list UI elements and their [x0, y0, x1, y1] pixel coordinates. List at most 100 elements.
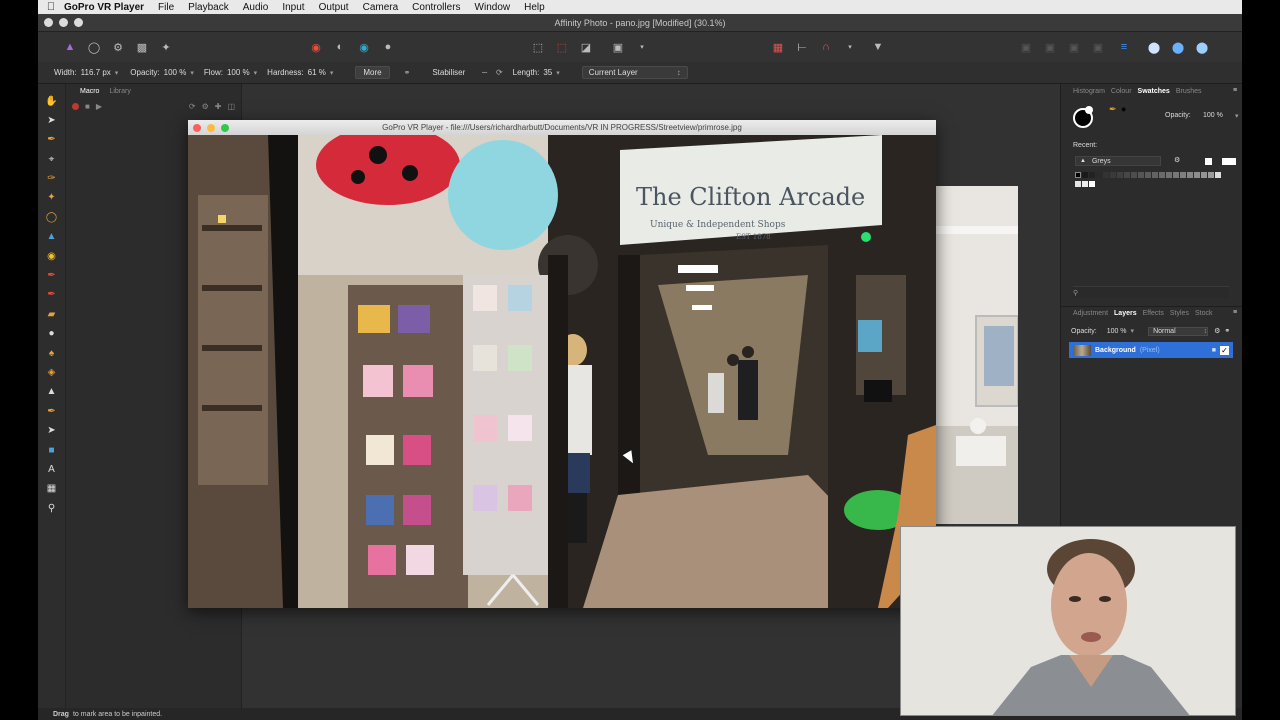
auto-contrast-icon[interactable]: ◐: [332, 39, 348, 55]
lock-icon[interactable]: ⚭: [1224, 327, 1230, 335]
delete-icon[interactable]: ◫: [227, 102, 235, 111]
flood-select-tool-icon[interactable]: ✦: [45, 191, 59, 205]
chevron-down-icon[interactable]: ▾: [254, 69, 258, 77]
tab-histogram[interactable]: Histogram: [1073, 88, 1105, 95]
arrange-back-icon[interactable]: ▣: [1018, 39, 1034, 55]
rope-mode-icon[interactable]: ∽: [481, 68, 488, 77]
vr-panorama-view[interactable]: The Clifton Arcade Unique & Independent …: [188, 135, 936, 608]
chevron-down-icon[interactable]: ▾: [115, 69, 119, 77]
text-tool-icon[interactable]: A: [45, 462, 59, 476]
menu-audio[interactable]: Audio: [243, 2, 269, 13]
smudge-tool-icon[interactable]: ▲: [45, 385, 59, 399]
swatch-opacity-value[interactable]: 100 %: [1203, 112, 1223, 119]
tab-library[interactable]: Library: [109, 88, 130, 95]
chevron-down-icon[interactable]: ▾: [190, 69, 194, 77]
chevron-down-icon[interactable]: ▾: [842, 39, 858, 55]
auto-levels-icon[interactable]: ◉: [308, 39, 324, 55]
menu-output[interactable]: Output: [319, 2, 349, 13]
arrange-backward-icon[interactable]: ▣: [1042, 39, 1058, 55]
length-value[interactable]: 35: [543, 68, 552, 77]
rectangle-tool-icon[interactable]: ■: [45, 443, 59, 457]
marquee-tool-icon[interactable]: ◯: [45, 210, 59, 224]
crop-tool-icon[interactable]: ⌖: [45, 152, 59, 166]
settings-icon[interactable]: ⚙: [202, 102, 209, 111]
invert-selection-icon[interactable]: ◪: [578, 39, 594, 55]
layer-source-select[interactable]: Current Layer ↕: [581, 66, 688, 79]
lock-icon[interactable]: ■: [1212, 347, 1216, 354]
window-mode-icon[interactable]: ⟳: [496, 68, 503, 77]
boolean-subtract-icon[interactable]: ⬤: [1170, 39, 1186, 55]
zoom-button[interactable]: [221, 123, 229, 132]
visibility-checkbox[interactable]: ✓: [1220, 345, 1229, 355]
flow-value[interactable]: 100 %: [227, 68, 250, 77]
paint-brush-tool-icon[interactable]: ✒: [45, 269, 59, 283]
blur-brush-tool-icon[interactable]: ◈: [45, 365, 59, 379]
auto-colors-icon[interactable]: ◉: [356, 39, 372, 55]
panel-menu-icon[interactable]: ≡: [1233, 87, 1237, 94]
close-button[interactable]: [193, 123, 201, 132]
mesh-warp-tool-icon[interactable]: ▦: [45, 482, 59, 496]
tab-effects[interactable]: Effects: [1143, 310, 1164, 317]
tab-stock[interactable]: Stock: [1195, 310, 1213, 317]
stabiliser-label[interactable]: Stabiliser: [432, 68, 465, 77]
play-icon[interactable]: ▶: [96, 102, 102, 111]
quick-mask-icon[interactable]: ▣: [610, 39, 626, 55]
move-tool-icon[interactable]: ➤: [45, 113, 59, 127]
stop-icon[interactable]: ■: [85, 102, 90, 111]
arrange-forward-icon[interactable]: ▣: [1066, 39, 1082, 55]
arrange-front-icon[interactable]: ▣: [1090, 39, 1106, 55]
palette-select[interactable]: ▲ Greys: [1075, 156, 1161, 166]
apple-icon[interactable]: : [38, 1, 64, 13]
marquee-icon[interactable]: ⬚: [530, 39, 546, 55]
hand-tool-icon[interactable]: ✋: [45, 94, 59, 108]
chevron-down-icon[interactable]: ▾: [330, 69, 334, 77]
width-value[interactable]: 116.7 px: [81, 68, 111, 77]
assistant-icon[interactable]: ▼: [870, 39, 886, 55]
swatch-white-2[interactable]: [1222, 158, 1229, 165]
export-persona-icon[interactable]: ✦: [158, 39, 174, 55]
layer-row-background[interactable]: Background (Pixel) ■ ✓: [1069, 342, 1233, 358]
panel-menu-icon[interactable]: ≡: [1233, 309, 1237, 316]
swatch-white[interactable]: [1205, 158, 1212, 165]
boolean-intersect-icon[interactable]: ⬤: [1194, 39, 1210, 55]
liquify-persona-icon[interactable]: ◯: [86, 39, 102, 55]
gear-icon[interactable]: ⚙: [1214, 327, 1220, 335]
zoom-button[interactable]: [74, 18, 83, 27]
more-button[interactable]: More: [355, 66, 390, 79]
minimize-button[interactable]: [59, 18, 68, 27]
zoom-tool-icon[interactable]: ⚲: [45, 501, 59, 515]
photo-persona-icon[interactable]: ▲: [62, 39, 78, 55]
color-picker-tool-icon[interactable]: ✒: [45, 133, 59, 147]
tab-colour[interactable]: Colour: [1111, 88, 1132, 95]
align-menu-icon[interactable]: ≡: [1116, 39, 1132, 55]
gradient-tool-icon[interactable]: ◉: [45, 249, 59, 263]
close-button[interactable]: [44, 18, 53, 27]
tab-styles[interactable]: Styles: [1170, 310, 1189, 317]
refresh-icon[interactable]: ⟳: [189, 102, 196, 111]
menu-input[interactable]: Input: [282, 2, 304, 13]
menu-controllers[interactable]: Controllers: [412, 2, 460, 13]
develop-persona-icon[interactable]: ⚙: [110, 39, 126, 55]
swatch-white-3[interactable]: [1229, 158, 1236, 165]
tab-swatches[interactable]: Swatches: [1138, 88, 1170, 95]
clone-tool-icon[interactable]: ♠: [45, 346, 59, 360]
palette-menu-icon[interactable]: ⚙: [1174, 156, 1180, 164]
chevron-down-icon[interactable]: ▾: [634, 39, 650, 55]
layer-opacity-value[interactable]: 100 %: [1107, 328, 1127, 335]
tab-brushes[interactable]: Brushes: [1176, 88, 1202, 95]
dodge-tool-icon[interactable]: ●: [45, 327, 59, 341]
tab-layers[interactable]: Layers: [1114, 310, 1137, 317]
flood-fill-tool-icon[interactable]: ▲: [45, 230, 59, 244]
align-icon[interactable]: ⊢: [794, 39, 810, 55]
tone-mapping-persona-icon[interactable]: ▩: [134, 39, 150, 55]
chevron-down-icon[interactable]: ▾: [1235, 112, 1239, 120]
add-icon[interactable]: ✚: [215, 102, 222, 111]
color-replacement-tool-icon[interactable]: ✒: [45, 288, 59, 302]
inpainting-tool-icon[interactable]: ✒: [45, 404, 59, 418]
menu-file[interactable]: File: [158, 2, 174, 13]
menu-playback[interactable]: Playback: [188, 2, 229, 13]
selection-brush-tool-icon[interactable]: ✑: [45, 172, 59, 186]
menu-window[interactable]: Window: [475, 2, 511, 13]
record-icon[interactable]: [72, 102, 79, 110]
brush-settings-icon[interactable]: ⚭: [404, 68, 411, 77]
